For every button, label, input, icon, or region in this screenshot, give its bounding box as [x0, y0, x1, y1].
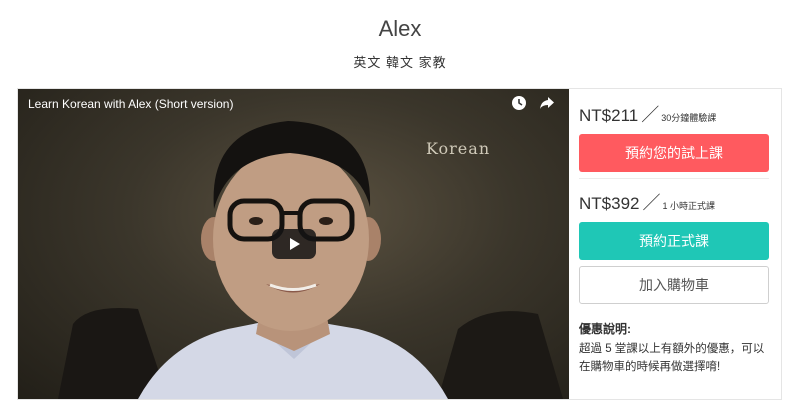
regular-price-row: NT$392 ／ 1 小時正式課 [579, 189, 769, 215]
tutor-name: Alex [378, 16, 422, 41]
trial-price: NT$211 [579, 106, 639, 125]
add-to-cart-button[interactable]: 加入購物車 [579, 266, 769, 304]
trial-price-row: NT$211 ／ 30分鐘體驗課 [579, 101, 769, 127]
share-arrow-icon[interactable] [539, 95, 555, 111]
price-separator: ／ [641, 105, 660, 125]
tutor-card: Learn Korean with Alex (Short version) K… [17, 88, 782, 400]
price-separator: ／ [642, 193, 661, 213]
promo-title: 優惠說明: [579, 322, 631, 336]
clock-icon[interactable] [511, 95, 527, 111]
trial-price-unit: 30分鐘體驗課 [661, 113, 717, 123]
regular-price-unit: 1 小時正式課 [662, 201, 715, 211]
promo-text: 超過 5 堂課以上有額外的優惠，可以在購物車的時候再做選擇唷! [579, 343, 765, 373]
video-player[interactable]: Learn Korean with Alex (Short version) K… [18, 89, 569, 399]
tutor-subjects: 英文 韓文 家教 [353, 55, 447, 70]
book-trial-button[interactable]: 預約您的試上課 [579, 134, 769, 172]
regular-price: NT$392 [579, 194, 640, 213]
video-title: Learn Korean with Alex (Short version) [28, 97, 234, 111]
booking-panel: NT$211 ／ 30分鐘體驗課 預約您的試上課 NT$392 ／ 1 小時正式… [569, 89, 781, 399]
book-regular-button[interactable]: 預約正式課 [579, 222, 769, 260]
video-watermark: Korean [426, 139, 491, 158]
play-icon[interactable] [272, 229, 316, 259]
divider [579, 178, 769, 179]
